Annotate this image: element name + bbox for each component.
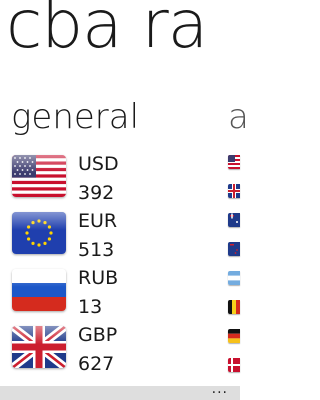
currency-code: USD xyxy=(78,153,119,175)
nz-flag-icon xyxy=(228,242,240,256)
dk-flag-icon xyxy=(228,358,240,372)
currency-code: EUR xyxy=(78,210,118,232)
be-flag-icon xyxy=(228,300,240,314)
rate-row-rub[interactable]: RUB 13 xyxy=(12,267,212,324)
currency-value: 513 xyxy=(78,239,115,261)
pivot-header-next[interactable]: a xyxy=(228,100,249,134)
currency-value: 392 xyxy=(78,182,115,204)
de-flag-icon xyxy=(228,329,240,343)
currency-code: GBP xyxy=(78,324,118,346)
gb-flag-icon xyxy=(12,326,66,368)
rate-row-gbp[interactable]: GBP 627 xyxy=(12,324,212,381)
next-pivot-peek xyxy=(228,155,240,387)
app-title: cba ra xyxy=(6,0,208,63)
currency-value: 13 xyxy=(78,296,103,318)
eu-flag-icon xyxy=(12,212,66,254)
ru-flag-icon xyxy=(12,269,66,311)
pivot-header-general[interactable]: general xyxy=(11,100,139,134)
gb-flag-icon xyxy=(228,184,240,198)
ar-flag-icon xyxy=(228,271,240,285)
currency-value: 627 xyxy=(78,353,115,375)
us-flag-icon xyxy=(228,155,240,169)
more-options-icon[interactable]: ... xyxy=(212,381,228,397)
us-flag-icon xyxy=(12,155,66,197)
currency-code: RUB xyxy=(78,267,119,289)
rate-row-eur[interactable]: EUR 513 xyxy=(12,210,212,267)
rate-list: USD 392 EUR 513 RUB 13 GBP 627 xyxy=(12,153,212,381)
au-flag-icon xyxy=(228,213,240,227)
rate-row-usd[interactable]: USD 392 xyxy=(12,153,212,210)
app-bar: ... xyxy=(0,381,240,400)
